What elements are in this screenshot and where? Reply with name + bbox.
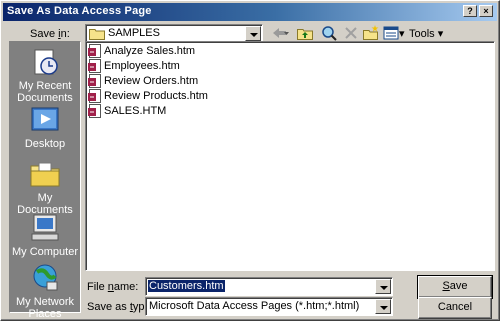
- save-in-dropdown-arrow[interactable]: [245, 26, 261, 41]
- place-my-network-places[interactable]: My Network Places: [10, 262, 80, 320]
- place-label: My Network: [15, 296, 75, 308]
- save-button[interactable]: Save: [417, 275, 493, 299]
- place-label: Places: [28, 308, 62, 320]
- file-name: Analyze Sales.htm: [104, 45, 196, 57]
- save-as-type-dropdown-arrow[interactable]: [375, 299, 391, 314]
- file-name: Review Orders.htm: [104, 75, 199, 87]
- views-icon: [383, 26, 399, 40]
- my-computer-icon: [31, 214, 59, 241]
- views-button[interactable]: [381, 23, 401, 43]
- file-name: Employees.htm: [104, 60, 180, 72]
- back-dropdown[interactable]: [281, 23, 291, 43]
- place-label: My Recent: [18, 80, 72, 92]
- place-desktop[interactable]: Desktop: [10, 104, 80, 150]
- dialog-title: Save As Data Access Page: [7, 5, 152, 17]
- place-my-documents[interactable]: My Documents: [10, 158, 80, 216]
- file-name-label: File name:: [87, 281, 139, 293]
- place-label: Documents: [17, 92, 73, 104]
- file-name: Review Products.htm: [104, 90, 208, 102]
- html-file-icon: [88, 59, 101, 73]
- html-file-icon: [88, 89, 101, 103]
- help-icon: ?: [467, 6, 473, 16]
- tools-label: Tools: [409, 28, 435, 40]
- file-name-value: Customers.htm: [148, 280, 225, 292]
- html-file-icon: [88, 44, 101, 58]
- views-dropdown-icon[interactable]: ▾: [399, 27, 405, 40]
- file-name: SALES.HTM: [104, 105, 167, 117]
- place-label: Desktop: [24, 138, 66, 150]
- recent-documents-icon: [34, 49, 58, 75]
- folder-up-icon: [297, 29, 313, 40]
- save-in-label: Save in:: [30, 28, 70, 40]
- save-as-dialog: Save As Data Access Page ? × Save in: SA…: [0, 0, 500, 321]
- save-as-type-value: Microsoft Data Access Pages (*.htm;*.htm…: [149, 300, 360, 312]
- place-my-computer[interactable]: My Computer: [10, 212, 80, 258]
- save-as-type-select[interactable]: Microsoft Data Access Pages (*.htm;*.htm…: [145, 297, 393, 316]
- new-folder-button[interactable]: [361, 23, 381, 43]
- places-bar: My Recent Documents Desktop My Documents: [9, 41, 81, 320]
- up-one-level-button[interactable]: [295, 23, 315, 43]
- tools-menu[interactable]: Tools ▾: [409, 27, 443, 40]
- title-bar[interactable]: Save As Data Access Page ? ×: [3, 3, 497, 21]
- folder-icon: [89, 29, 105, 40]
- search-web-icon: [322, 26, 337, 41]
- cancel-button[interactable]: Cancel: [418, 297, 492, 319]
- network-places-icon: [33, 264, 58, 291]
- place-my-recent-documents[interactable]: My Recent Documents: [10, 46, 80, 104]
- place-label: My Computer: [11, 246, 79, 258]
- close-icon: ×: [483, 6, 489, 16]
- delete-button[interactable]: [341, 23, 361, 43]
- chevron-down-icon: [284, 32, 289, 35]
- save-in-value: SAMPLES: [108, 27, 160, 39]
- file-name-dropdown-arrow[interactable]: [375, 279, 391, 294]
- html-file-icon: [88, 74, 101, 88]
- file-name-field[interactable]: Customers.htm: [145, 277, 393, 296]
- my-documents-icon: [30, 162, 60, 187]
- help-button[interactable]: ?: [463, 5, 477, 17]
- close-button[interactable]: ×: [479, 5, 493, 17]
- save-as-type-label: Save as type:: [87, 301, 154, 313]
- delete-icon: [345, 27, 357, 39]
- file-list[interactable]: Analyze Sales.htm Employees.htm Review O…: [85, 41, 495, 271]
- desktop-icon: [31, 107, 59, 131]
- html-file-icon: [88, 104, 101, 118]
- search-web-button[interactable]: [319, 23, 339, 43]
- new-folder-icon: [363, 25, 379, 40]
- tools-dropdown-icon: ▾: [437, 28, 444, 40]
